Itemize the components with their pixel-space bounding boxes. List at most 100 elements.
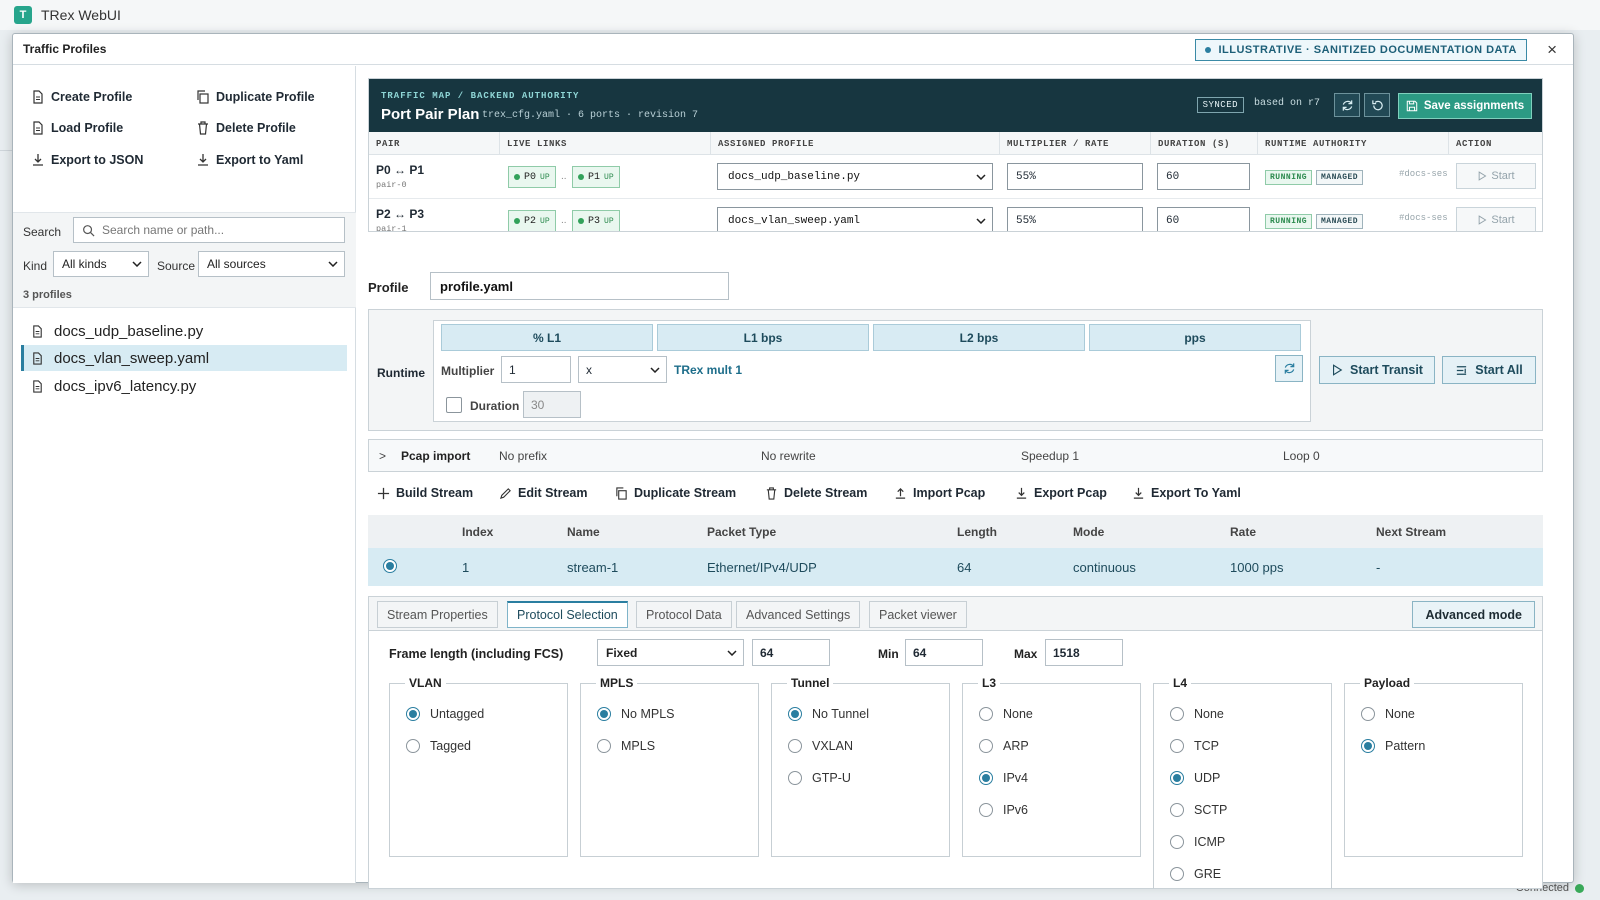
create-profile-button[interactable]: Create Profile	[31, 90, 132, 104]
tab-l1-bps[interactable]: L1 bps	[657, 324, 869, 351]
stream-rate: 1000 pps	[1230, 560, 1284, 575]
profile-list-item[interactable]: docs_ipv6_latency.py	[21, 373, 347, 399]
vlan-option-tagged[interactable]: Tagged	[406, 739, 471, 753]
radio-selected[interactable]	[1361, 739, 1375, 753]
radio[interactable]	[979, 707, 993, 721]
refresh-map-button[interactable]	[1334, 93, 1360, 117]
radio[interactable]	[1170, 867, 1184, 881]
tunnel-option-none[interactable]: No Tunnel	[788, 707, 869, 721]
radio[interactable]	[1170, 803, 1184, 817]
based-on-revision: based on r7	[1253, 98, 1320, 109]
duplicate-profile-button[interactable]: Duplicate Profile	[196, 90, 315, 104]
delete-stream-button[interactable]: Delete Stream	[765, 486, 867, 500]
build-stream-label: Build Stream	[396, 486, 474, 500]
tab-protocol-data[interactable]: Protocol Data	[636, 601, 732, 628]
l3-option-ipv4[interactable]: IPv4	[979, 771, 1028, 785]
search-input[interactable]: Search name or path...	[73, 217, 345, 243]
mpls-option-none[interactable]: No MPLS	[597, 707, 675, 721]
expand-chevron-icon[interactable]: >	[379, 449, 386, 463]
radio[interactable]	[406, 739, 420, 753]
start-all-button[interactable]: Start All	[1442, 356, 1536, 384]
close-button[interactable]: ×	[1547, 40, 1557, 60]
l4-option-icmp[interactable]: ICMP	[1170, 835, 1225, 849]
tab-protocol-selection[interactable]: Protocol Selection	[507, 601, 628, 628]
tab-percent-l1[interactable]: % L1	[441, 324, 653, 351]
tab-stream-properties[interactable]: Stream Properties	[377, 601, 498, 628]
delete-profile-button[interactable]: Delete Profile	[196, 121, 296, 135]
radio[interactable]	[979, 803, 993, 817]
duration-checkbox[interactable]	[446, 397, 462, 413]
radio-selected[interactable]	[979, 771, 993, 785]
profile-name-input[interactable]: profile.yaml	[430, 272, 729, 300]
radio[interactable]	[1170, 739, 1184, 753]
export-json-button[interactable]: Export to JSON	[31, 153, 143, 167]
l4-option-none[interactable]: None	[1170, 707, 1224, 721]
tab-packet-viewer[interactable]: Packet viewer	[869, 601, 967, 628]
radio-selected[interactable]	[788, 707, 802, 721]
l4-option-sctp[interactable]: SCTP	[1170, 803, 1227, 817]
frame-length-mode-select[interactable]: Fixed	[597, 639, 744, 666]
stream-row[interactable]: 1 stream-1 Ethernet/IPv4/UDP 64 continuo…	[368, 548, 1543, 586]
radio[interactable]	[597, 739, 611, 753]
option-label: ARP	[1003, 739, 1029, 753]
start-pair-button[interactable]: Start	[1456, 163, 1536, 189]
export-pcap-button[interactable]: Export Pcap	[1015, 486, 1107, 500]
min-length-input[interactable]: 64	[905, 639, 983, 666]
vlan-option-untagged[interactable]: Untagged	[406, 707, 484, 721]
option-label: Untagged	[430, 707, 485, 721]
export-yaml-button[interactable]: Export To Yaml	[1132, 486, 1241, 500]
assigned-profile-select[interactable]: docs_vlan_sweep.yaml	[717, 207, 993, 231]
profile-list-item-selected[interactable]: docs_vlan_sweep.yaml	[21, 345, 347, 371]
payload-option-pattern[interactable]: Pattern	[1361, 739, 1425, 753]
duration-input[interactable]: 30	[523, 391, 581, 418]
tab-pps[interactable]: pps	[1089, 324, 1301, 351]
radio[interactable]	[1361, 707, 1375, 721]
duration-input[interactable]: 60	[1157, 163, 1250, 190]
edit-stream-button[interactable]: Edit Stream	[499, 486, 587, 500]
multiplier-input[interactable]: 1	[501, 356, 571, 383]
radio-selected[interactable]	[406, 707, 420, 721]
save-assignments-button[interactable]: Save assignments	[1398, 93, 1532, 119]
radio-selected[interactable]	[1170, 771, 1184, 785]
radio[interactable]	[979, 739, 993, 753]
tab-l2-bps[interactable]: L2 bps	[873, 324, 1085, 351]
multiplier-unit-select[interactable]: x	[578, 356, 667, 383]
tab-advanced-settings[interactable]: Advanced Settings	[736, 601, 861, 628]
mpls-option-mpls[interactable]: MPLS	[597, 739, 655, 753]
frame-length-input[interactable]: 64	[752, 639, 830, 666]
revert-map-button[interactable]	[1364, 93, 1390, 117]
radio-selected[interactable]	[597, 707, 611, 721]
assigned-profile-select[interactable]: docs_udp_baseline.py	[717, 163, 993, 190]
l3-option-arp[interactable]: ARP	[979, 739, 1029, 753]
load-profile-button[interactable]: Load Profile	[31, 121, 123, 135]
profile-list-item[interactable]: docs_udp_baseline.py	[21, 318, 347, 344]
radio[interactable]	[788, 739, 802, 753]
source-select[interactable]: All sources	[198, 251, 345, 277]
duration-input[interactable]: 60	[1157, 207, 1250, 231]
stream-select-radio[interactable]	[383, 559, 397, 573]
start-transit-button[interactable]: Start Transit	[1319, 356, 1435, 384]
multiplier-input[interactable]: 55%	[1007, 163, 1143, 190]
l3-option-none[interactable]: None	[979, 707, 1033, 721]
import-pcap-button[interactable]: Import Pcap	[894, 486, 985, 500]
pcap-import-bar[interactable]: > Pcap import No prefix No rewrite Speed…	[368, 439, 1543, 472]
export-yaml-button[interactable]: Export to Yaml	[196, 153, 303, 167]
radio[interactable]	[1170, 707, 1184, 721]
tunnel-option-vxlan[interactable]: VXLAN	[788, 739, 853, 753]
duplicate-stream-button[interactable]: Duplicate Stream	[615, 486, 736, 500]
radio[interactable]	[1170, 835, 1184, 849]
multiplier-input[interactable]: 55%	[1007, 207, 1143, 231]
l4-option-gre[interactable]: GRE	[1170, 867, 1221, 881]
kind-select[interactable]: All kinds	[53, 251, 149, 277]
start-pair-button[interactable]: Start	[1456, 207, 1536, 231]
build-stream-button[interactable]: Build Stream	[377, 486, 473, 500]
max-length-input[interactable]: 1518	[1045, 639, 1123, 666]
l4-option-tcp[interactable]: TCP	[1170, 739, 1219, 753]
l4-option-udp[interactable]: UDP	[1170, 771, 1220, 785]
advanced-mode-button[interactable]: Advanced mode	[1412, 601, 1535, 628]
radio[interactable]	[788, 771, 802, 785]
payload-option-none[interactable]: None	[1361, 707, 1415, 721]
l3-option-ipv6[interactable]: IPv6	[979, 803, 1028, 817]
tunnel-option-gtpu[interactable]: GTP-U	[788, 771, 851, 785]
refresh-multiplier-button[interactable]	[1275, 355, 1303, 382]
